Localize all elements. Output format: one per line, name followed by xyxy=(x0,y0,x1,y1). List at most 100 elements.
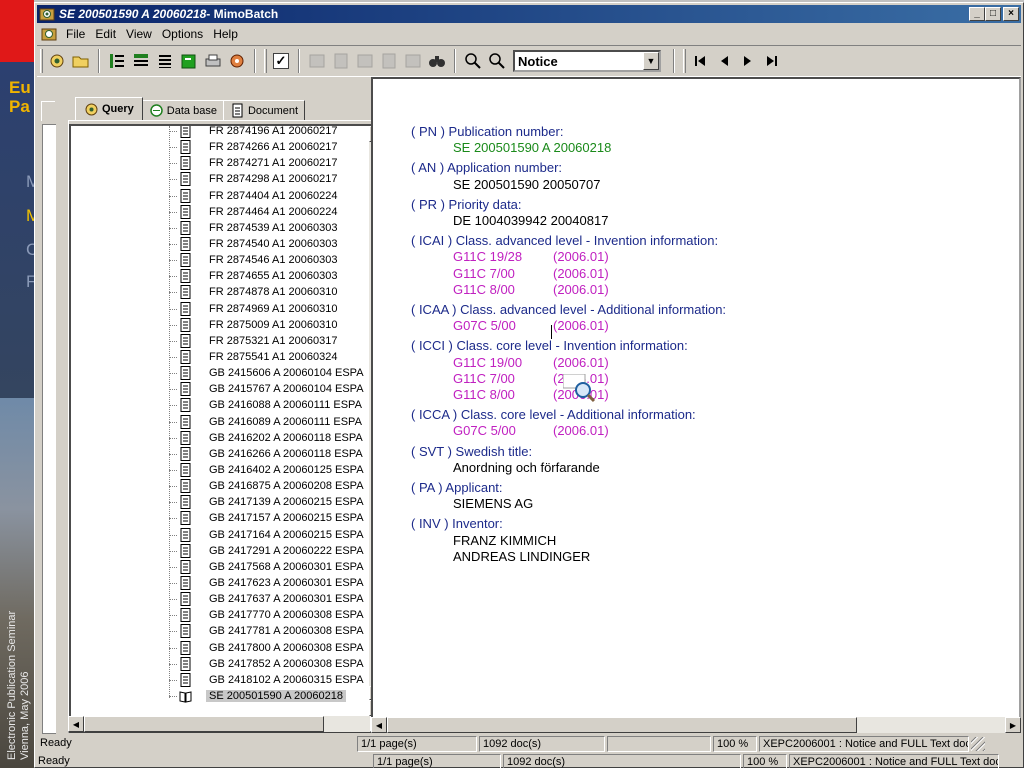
scroll-right-button[interactable]: ▶ xyxy=(1005,717,1021,733)
class-version: (2006.01) xyxy=(553,354,609,370)
maximize-button[interactable]: □ xyxy=(985,7,1001,21)
tab-database[interactable]: Data base xyxy=(141,100,224,120)
toolbar-grip[interactable] xyxy=(264,49,267,73)
classification-row: G11C 7/00 (2006.01) xyxy=(411,266,726,282)
tree-item[interactable]: FR 2874404 A1 20060224 xyxy=(71,188,371,204)
tree-item[interactable]: FR 2874464 A1 20060224 xyxy=(71,204,371,220)
disabled-tool-1[interactable] xyxy=(306,50,328,72)
tree-item[interactable]: FR 2874298 A1 20060217 xyxy=(71,171,371,187)
tree-item[interactable]: FR 2874266 A1 20060217 xyxy=(71,139,371,155)
tree-item[interactable]: GB 2417637 A 20060301 ESPA xyxy=(71,591,371,607)
tree-item[interactable]: FR 2874196 A1 20060217 xyxy=(71,126,371,139)
tree-item[interactable]: GB 2416875 A 20060208 ESPA xyxy=(71,478,371,494)
toggle-checkbox[interactable]: ✓ xyxy=(270,50,292,72)
collapsed-tab[interactable] xyxy=(41,101,55,121)
scroll-thumb[interactable] xyxy=(84,716,324,732)
tree-item[interactable]: GB 2417852 A 20060308 ESPA xyxy=(71,656,371,672)
tree-item[interactable]: FR 2874546 A1 20060303 xyxy=(71,252,371,268)
scroll-thumb[interactable] xyxy=(387,717,857,733)
close-button[interactable]: × xyxy=(1003,7,1019,21)
title-bar[interactable]: SE 200501590 A 20060218 - MimoBatch _ □ … xyxy=(37,5,1021,23)
tree-item-label: GB 2417568 A 20060301 ESPA xyxy=(209,560,364,573)
tree-item[interactable]: FR 2874655 A1 20060303 xyxy=(71,268,371,284)
document-tree[interactable]: FR 2874196 A1 20060217 FR 2874266 A1 2006… xyxy=(69,124,387,718)
disabled-tool-3[interactable] xyxy=(354,50,376,72)
export-button[interactable] xyxy=(178,50,200,72)
zoom-in-button[interactable] xyxy=(462,50,484,72)
menu-file[interactable]: File xyxy=(61,27,90,41)
list-detail-button[interactable] xyxy=(130,50,152,72)
tree-item[interactable]: GB 2417164 A 20060215 ESPA xyxy=(71,527,371,543)
query-tool-button[interactable] xyxy=(46,50,68,72)
previous-record-button[interactable] xyxy=(713,50,735,72)
tree-item[interactable]: FR 2874539 A1 20060303 xyxy=(71,220,371,236)
tree-item[interactable]: GB 2417568 A 20060301 ESPA xyxy=(71,559,371,575)
tab-document[interactable]: Document xyxy=(222,100,306,120)
menu-options[interactable]: Options xyxy=(157,27,208,41)
field-value: SE 200501590 A 20060218 xyxy=(453,140,612,156)
document-menu-icon[interactable] xyxy=(41,26,57,42)
list-view-button[interactable] xyxy=(154,50,176,72)
tree-item[interactable]: GB 2417139 A 20060215 ESPA xyxy=(71,494,371,510)
outer-status-bar: Ready 1/1 page(s) 1092 doc(s) 100 % XEPC… xyxy=(35,753,1023,768)
menu-help[interactable]: Help xyxy=(208,27,243,41)
field-application-number: ( AN ) Application number: SE 200501590 … xyxy=(411,160,726,192)
document-horizontal-scrollbar[interactable]: ◀ ▶ xyxy=(371,717,1021,733)
tree-item[interactable]: GB 2416088 A 20060111 ESPA xyxy=(71,397,371,413)
last-record-button[interactable] xyxy=(761,50,783,72)
tree-item[interactable]: FR 2875541 A1 20060324 xyxy=(71,349,371,365)
disabled-tool-5[interactable] xyxy=(402,50,424,72)
tree-item[interactable]: GB 2417770 A 20060308 ESPA xyxy=(71,607,371,623)
tree-item[interactable]: GB 2415767 A 20060104 ESPA xyxy=(71,381,371,397)
open-folder-button[interactable] xyxy=(70,50,92,72)
field-value: ANDREAS LINDINGER xyxy=(453,548,591,564)
first-record-button[interactable] xyxy=(689,50,711,72)
tree-item[interactable]: GB 2416202 A 20060118 ESPA xyxy=(71,430,371,446)
tree-item[interactable]: GB 2417800 A 20060308 ESPA xyxy=(71,640,371,656)
minimize-button[interactable]: _ xyxy=(969,7,985,21)
tree-item[interactable]: FR 2875321 A1 20060317 xyxy=(71,333,371,349)
tree-item[interactable]: GB 2416402 A 20060125 ESPA xyxy=(71,462,371,478)
menu-view[interactable]: View xyxy=(121,27,157,41)
tree-item[interactable]: GB 2417623 A 20060301 ESPA xyxy=(71,575,371,591)
class-version: (2006.01) xyxy=(553,281,609,297)
field-value: DE 1004039942 20040817 xyxy=(453,213,609,229)
list-split-button[interactable] xyxy=(106,50,128,72)
tree-item[interactable]: GB 2416266 A 20060118 ESPA xyxy=(71,446,371,462)
tree-item[interactable]: FR 2874540 A1 20060303 xyxy=(71,236,371,252)
tree-item[interactable]: GB 2416089 A 20060111 ESPA xyxy=(71,414,371,430)
toolbar-grip[interactable] xyxy=(40,49,43,73)
scroll-left-button[interactable]: ◀ xyxy=(68,716,84,732)
tree-item-label: GB 2417623 A 20060301 ESPA xyxy=(209,577,364,589)
resize-grip[interactable] xyxy=(971,737,985,751)
zoom-out-button[interactable] xyxy=(486,50,508,72)
tree-item[interactable]: GB 2417781 A 20060308 ESPA xyxy=(71,623,371,639)
next-record-button[interactable] xyxy=(737,50,759,72)
previous-icon xyxy=(721,56,728,66)
notice-view[interactable]: ( PN ) Publication number: SE 200501590 … xyxy=(371,77,1021,733)
tree-item[interactable]: FR 2874969 A1 20060310 xyxy=(71,301,371,317)
print-button[interactable] xyxy=(202,50,224,72)
tree-item[interactable]: FR 2874271 A1 20060217 xyxy=(71,155,371,171)
disabled-tool-4[interactable] xyxy=(378,50,400,72)
tree-item[interactable]: GB 2418102 A 20060315 ESPA xyxy=(71,672,371,688)
chevron-down-icon[interactable]: ▼ xyxy=(643,52,659,70)
scroll-left-button[interactable]: ◀ xyxy=(371,717,387,733)
menu-edit[interactable]: Edit xyxy=(90,27,121,41)
tree-item[interactable]: FR 2875009 A1 20060310 xyxy=(71,317,371,333)
tree-item[interactable]: SE 200501590 A 20060218 xyxy=(71,688,371,704)
tab-query[interactable]: Query xyxy=(75,97,143,120)
tree-item[interactable]: GB 2417157 A 20060215 ESPA xyxy=(71,510,371,526)
disabled-tool-2[interactable] xyxy=(330,50,352,72)
toolbar-grip[interactable] xyxy=(683,49,686,73)
tools-button[interactable] xyxy=(226,50,248,72)
class-version: (2006.01) xyxy=(553,265,609,281)
view-mode-select[interactable]: Notice ▼ xyxy=(513,50,661,72)
find-button[interactable] xyxy=(426,50,448,72)
tree-item[interactable]: GB 2415606 A 20060104 ESPA xyxy=(71,365,371,381)
tree-item[interactable]: FR 2874878 A1 20060310 xyxy=(71,284,371,300)
app-icon[interactable] xyxy=(39,6,55,22)
tree-item[interactable]: GB 2417291 A 20060222 ESPA xyxy=(71,543,371,559)
tree-horizontal-scrollbar[interactable]: ◀ ▶ xyxy=(68,716,386,732)
tree-connector xyxy=(169,631,177,633)
